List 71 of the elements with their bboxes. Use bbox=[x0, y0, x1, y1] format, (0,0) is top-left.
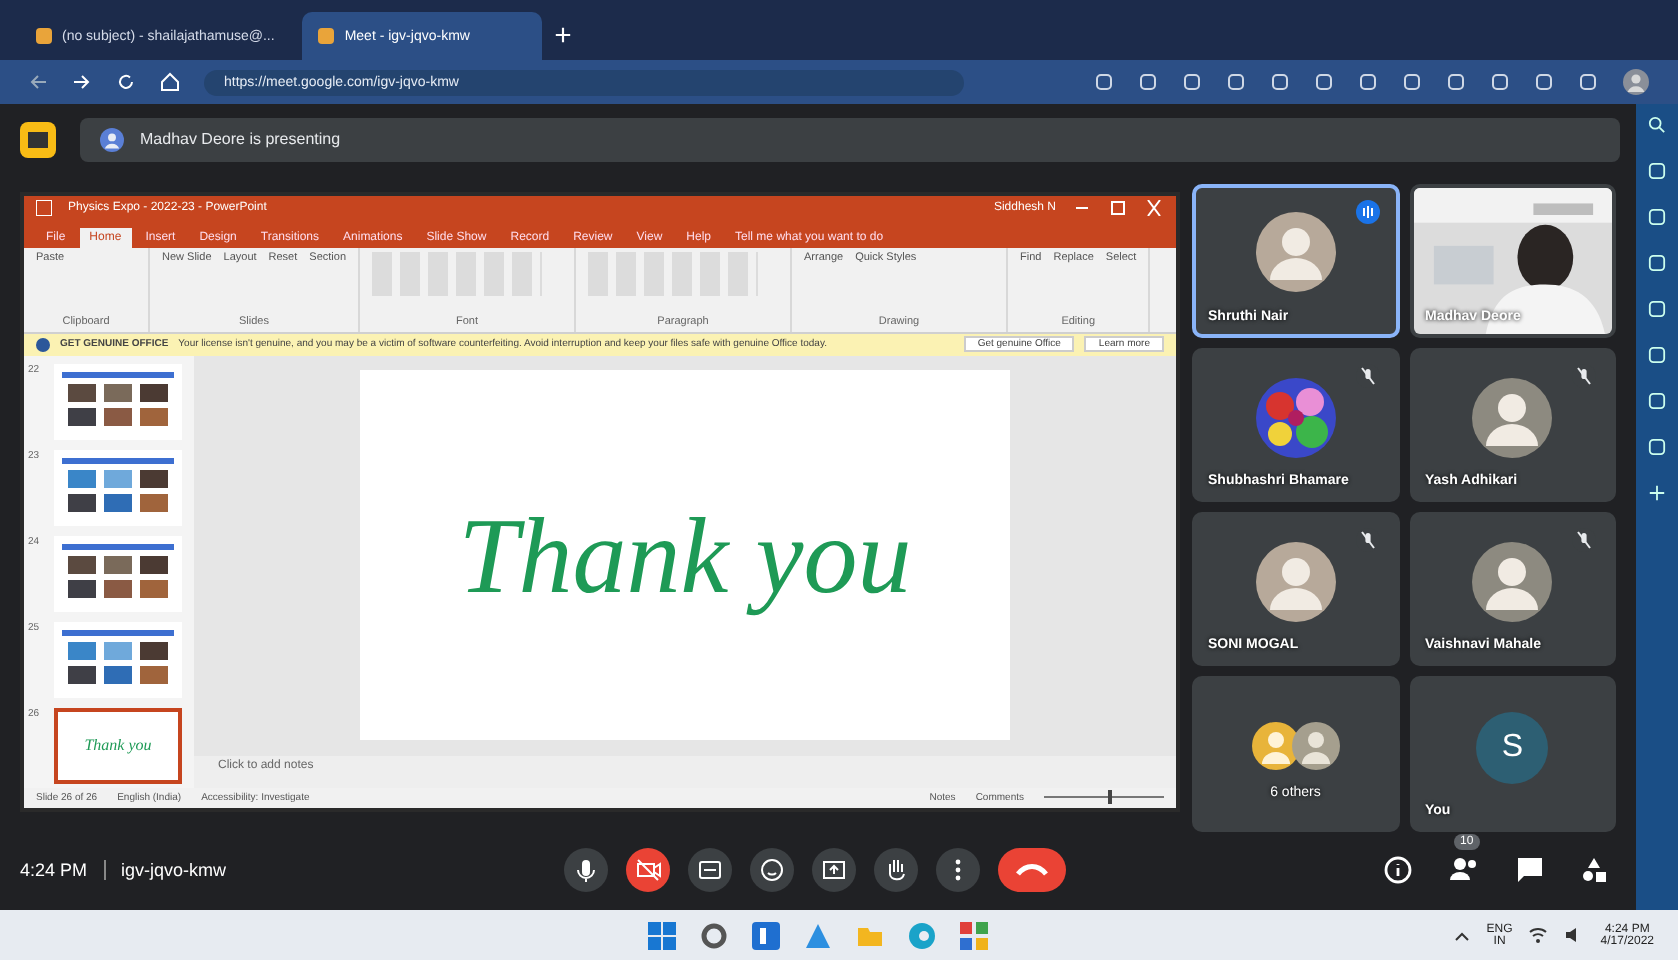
slide-title: Thank you bbox=[458, 493, 912, 618]
search-icon[interactable] bbox=[1648, 116, 1666, 134]
avatar-icon bbox=[1472, 377, 1553, 457]
meeting-code: igv-jqvo-kmw bbox=[121, 860, 227, 881]
chevron-up-icon[interactable] bbox=[1454, 927, 1471, 943]
slide-thumbnail[interactable]: Thank you bbox=[54, 707, 182, 784]
info-icon[interactable] bbox=[1384, 856, 1412, 885]
camera-off-icon[interactable] bbox=[625, 848, 669, 893]
forward-icon[interactable] bbox=[72, 72, 92, 92]
maximize-icon[interactable] bbox=[1108, 200, 1128, 217]
wifi-icon[interactable] bbox=[1528, 926, 1549, 944]
app-icon[interactable] bbox=[751, 921, 780, 949]
chat-icon[interactable] bbox=[1516, 856, 1544, 885]
captions-icon[interactable] bbox=[687, 848, 731, 893]
toolbar-icon[interactable] bbox=[1270, 72, 1290, 92]
microphone-icon[interactable] bbox=[563, 848, 607, 893]
tab-icon bbox=[318, 28, 335, 44]
present-screen-icon[interactable] bbox=[811, 848, 855, 893]
back-icon[interactable] bbox=[28, 72, 48, 92]
emoji-icon[interactable] bbox=[749, 848, 793, 893]
speaking-icon bbox=[1355, 199, 1379, 224]
thumbnail-text: Thank you bbox=[84, 736, 152, 755]
present-icon[interactable] bbox=[20, 121, 56, 158]
sidebar-app-icon[interactable] bbox=[1648, 346, 1666, 364]
sidebar-app-icon[interactable] bbox=[1648, 392, 1666, 410]
people-icon[interactable] bbox=[1448, 854, 1480, 883]
slide-thumbnail[interactable] bbox=[54, 363, 182, 440]
avatar-icon bbox=[1255, 541, 1336, 622]
sidebar-app-icon[interactable] bbox=[1648, 162, 1666, 180]
new-tab-icon[interactable] bbox=[554, 26, 573, 44]
presenting-text: Madhav Deore is presenting bbox=[140, 130, 341, 149]
start-icon[interactable] bbox=[647, 921, 676, 949]
slide-thumbnail[interactable] bbox=[54, 535, 182, 612]
end-call-icon[interactable] bbox=[997, 848, 1065, 893]
info-icon bbox=[36, 337, 50, 352]
sidebar-app-icon[interactable] bbox=[1648, 300, 1666, 318]
toolbar-icon[interactable] bbox=[1314, 72, 1334, 92]
toolbar-icon[interactable] bbox=[1578, 72, 1598, 92]
activities-icon[interactable] bbox=[1580, 856, 1608, 885]
toolbar-icon[interactable] bbox=[1402, 72, 1422, 92]
app-icon[interactable] bbox=[959, 921, 988, 949]
tab-icon bbox=[36, 28, 52, 44]
slide-thumbnail[interactable] bbox=[54, 449, 182, 526]
toolbar-icon[interactable] bbox=[1226, 72, 1246, 92]
slide-thumbnail[interactable] bbox=[54, 621, 182, 698]
toolbar-icon[interactable] bbox=[1358, 72, 1378, 92]
close-icon[interactable] bbox=[1144, 200, 1164, 217]
avatar-icon bbox=[100, 127, 124, 152]
toolbar-icon[interactable] bbox=[1182, 72, 1202, 92]
app-icon[interactable] bbox=[803, 921, 832, 949]
settings-icon[interactable] bbox=[699, 921, 728, 949]
toolbar-icon[interactable] bbox=[1094, 72, 1114, 92]
meeting-time: 4:24 PM bbox=[20, 860, 88, 881]
save-icon[interactable] bbox=[36, 200, 52, 217]
profile-icon[interactable] bbox=[1622, 68, 1650, 96]
avatar-icon bbox=[1255, 212, 1336, 293]
initial-avatar: S bbox=[1476, 712, 1549, 785]
refresh-icon[interactable] bbox=[116, 72, 136, 92]
toolbar-icon[interactable] bbox=[1490, 72, 1510, 92]
sidebar-app-icon[interactable] bbox=[1648, 208, 1666, 226]
group-avatar-icon bbox=[1249, 720, 1342, 773]
sidebar-app-icon[interactable] bbox=[1648, 254, 1666, 272]
home-icon[interactable] bbox=[160, 72, 180, 92]
raise-hand-icon[interactable] bbox=[873, 848, 917, 893]
sidebar-app-icon[interactable] bbox=[1648, 438, 1666, 456]
toolbar-icon[interactable] bbox=[1138, 72, 1158, 92]
toolbar-icon[interactable] bbox=[1534, 72, 1554, 92]
avatar-icon bbox=[1472, 541, 1553, 622]
plus-icon[interactable] bbox=[1648, 484, 1666, 502]
more-options-icon[interactable] bbox=[935, 848, 979, 893]
toolbar-icon[interactable] bbox=[1446, 72, 1466, 92]
